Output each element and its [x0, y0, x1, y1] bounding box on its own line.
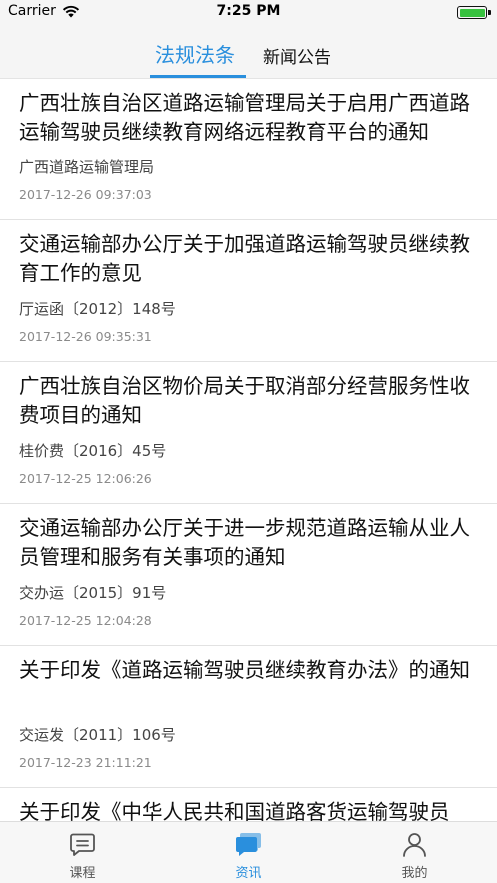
- item-source: 交运发〔2011〕106号: [19, 726, 176, 744]
- chat-list-icon: [70, 833, 95, 856]
- item-title: 关于印发《道路运输驾驶员继续教育办法》的通知: [19, 658, 470, 682]
- tab-header: 法规法条 新闻公告: [0, 27, 497, 79]
- list-item[interactable]: 广西壮族自治区道路运输管理局关于启用广西道路运输驾驶员继续教育网络远程教育平台的…: [0, 79, 497, 220]
- item-date: 2017-12-26 09:35:31: [19, 329, 152, 344]
- item-title: 广西壮族自治区道路运输管理局关于启用广西道路运输驾驶员继续教育网络远程教育平台的…: [19, 91, 470, 144]
- chat-bubbles-icon: [236, 833, 261, 856]
- nav-profile[interactable]: 我的: [332, 822, 497, 883]
- status-time: 7:25 PM: [216, 3, 281, 19]
- list-item[interactable]: 关于印发《中华人民共和国道路客货运输驾驶员: [0, 788, 497, 821]
- list-item[interactable]: 广西壮族自治区物价局关于取消部分经营服务性收费项目的通知 桂价费〔2016〕45…: [0, 362, 497, 504]
- item-date: 2017-12-25 12:04:28: [19, 613, 152, 628]
- battery-level: [459, 8, 485, 17]
- nav-courses[interactable]: 课程: [0, 822, 165, 883]
- item-title: 广西壮族自治区物价局关于取消部分经营服务性收费项目的通知: [19, 374, 470, 427]
- person-icon: [403, 833, 426, 857]
- nav-profile-label: 我的: [401, 866, 428, 881]
- nav-news-label: 资讯: [235, 866, 262, 881]
- tab-news[interactable]: 新闻公告: [263, 43, 331, 68]
- battery-tip: [488, 10, 491, 15]
- item-title: 交通运输部办公厅关于加强道路运输驾驶员继续教育工作的意见: [19, 232, 470, 285]
- list-item[interactable]: 关于印发《道路运输驾驶员继续教育办法》的通知 交运发〔2011〕106号 201…: [0, 646, 497, 788]
- item-title: 交通运输部办公厅关于进一步规范道路运输从业人员管理和服务有关事项的通知: [19, 516, 470, 569]
- item-source: 广西道路运输管理局: [19, 158, 155, 176]
- list-item[interactable]: 交通运输部办公厅关于进一步规范道路运输从业人员管理和服务有关事项的通知 交办运〔…: [0, 504, 497, 646]
- nav-news[interactable]: 资讯: [166, 822, 331, 883]
- item-title: 关于印发《中华人民共和国道路客货运输驾驶员: [19, 800, 450, 821]
- item-date: 2017-12-25 12:06:26: [19, 471, 152, 486]
- list-item[interactable]: 交通运输部办公厅关于加强道路运输驾驶员继续教育工作的意见 厅运函〔2012〕14…: [0, 220, 497, 362]
- item-source: 桂价费〔2016〕45号: [19, 442, 167, 460]
- bottom-nav: 课程 资讯 我的: [0, 821, 497, 883]
- item-date: 2017-12-26 09:37:03: [19, 187, 152, 202]
- status-bar: Carrier 7:25 PM: [0, 0, 497, 27]
- battery-icon: [457, 6, 491, 19]
- active-tab-indicator: [150, 75, 246, 78]
- nav-courses-label: 课程: [69, 866, 96, 881]
- item-date: 2017-12-23 21:11:21: [19, 755, 152, 770]
- item-source: 厅运函〔2012〕148号: [19, 300, 176, 318]
- item-source: 交办运〔2015〕91号: [19, 584, 167, 602]
- news-list[interactable]: 广西壮族自治区道路运输管理局关于启用广西道路运输驾驶员继续教育网络远程教育平台的…: [0, 79, 497, 821]
- tab-laws[interactable]: 法规法条: [155, 39, 235, 68]
